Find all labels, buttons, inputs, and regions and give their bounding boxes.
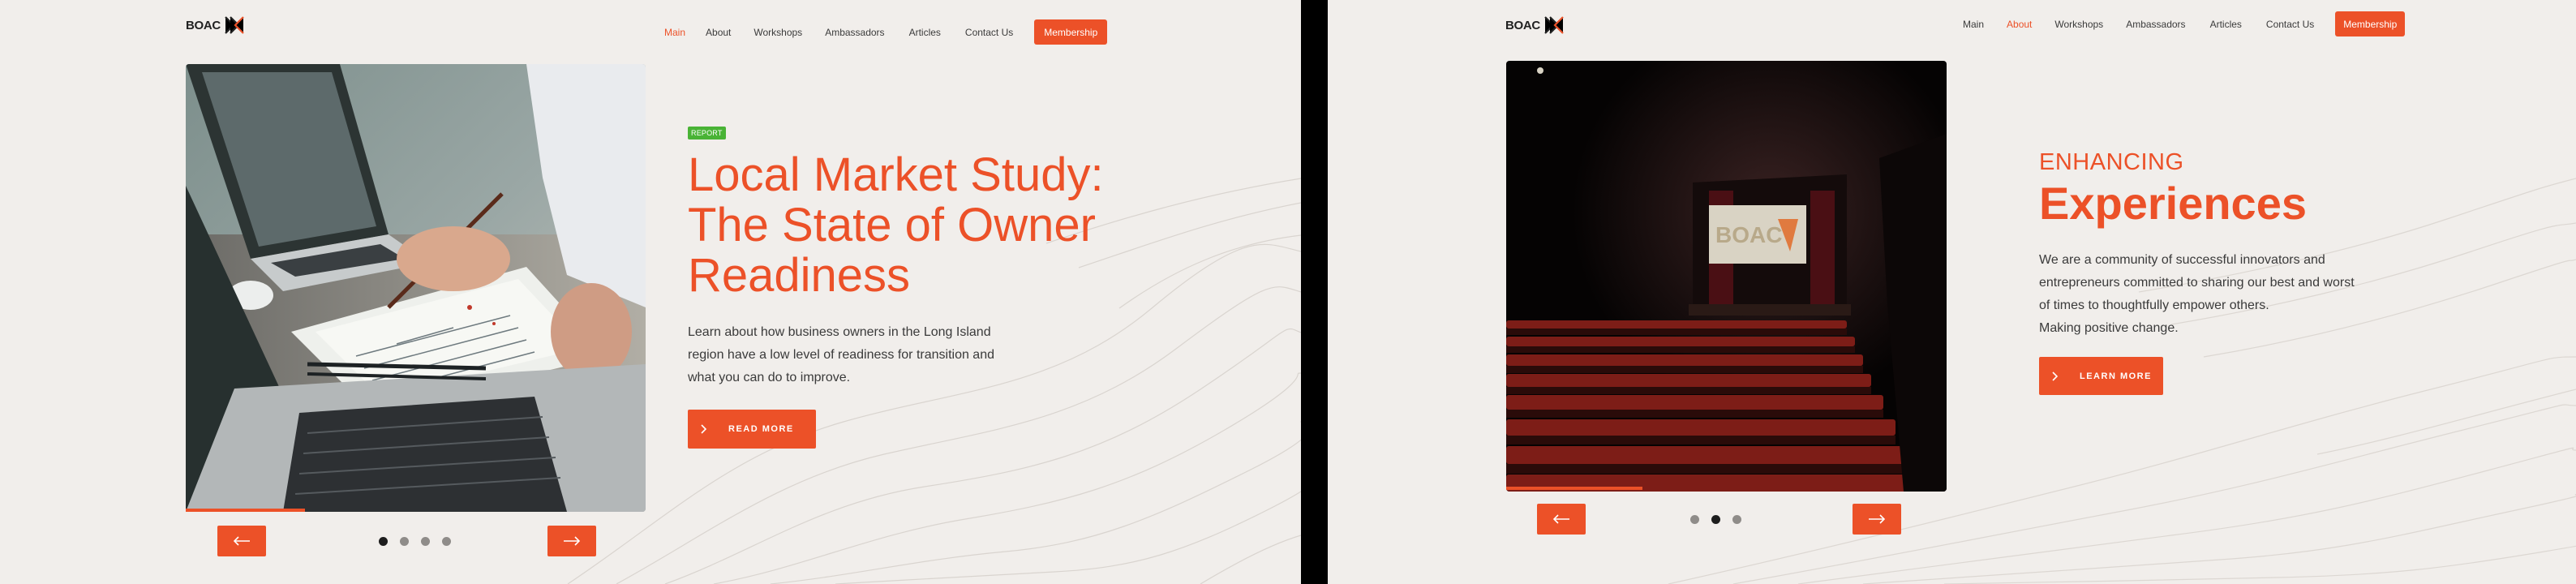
- learn-more-button[interactable]: LEARN MORE: [2039, 357, 2163, 395]
- slide-description: Learn about how business owners in the L…: [688, 321, 994, 389]
- chevron-right-icon: [701, 424, 707, 434]
- nav-contact-us[interactable]: Contact Us: [2266, 19, 2314, 30]
- slide-title-line: Readiness: [688, 249, 911, 302]
- nav-ambassadors[interactable]: Ambassadors: [825, 27, 884, 38]
- slide-image-theater: BOAC: [1506, 61, 1947, 492]
- membership-button[interactable]: Membership: [2335, 11, 2406, 36]
- logo-wordmark: BOAC: [186, 18, 221, 32]
- description-line: of times to thoughtfully empower others.: [2039, 298, 2269, 312]
- pagination-dot[interactable]: [421, 537, 430, 546]
- description-line: Learn about how business owners in the L…: [688, 325, 991, 339]
- slide-pagination: [379, 537, 451, 546]
- read-more-label: READ MORE: [728, 424, 794, 434]
- prev-slide-button[interactable]: [217, 526, 266, 556]
- nav-main[interactable]: Main: [1963, 19, 1984, 30]
- arrow-left-icon: [1552, 514, 1569, 524]
- nav-about[interactable]: About: [706, 27, 731, 38]
- slide-progress-bar: [186, 509, 306, 512]
- nav-articles[interactable]: Articles: [2210, 19, 2242, 30]
- nav-workshops[interactable]: Workshops: [2054, 19, 2103, 30]
- description-line: We are a community of successful innovat…: [2039, 253, 2325, 267]
- slide-eyebrow: ENHANCING: [2039, 149, 2184, 175]
- pagination-dot[interactable]: [1711, 515, 1720, 524]
- slide-title-line: Local Market Study:: [688, 148, 1104, 201]
- logo-wordmark: BOAC: [1505, 18, 1540, 32]
- nav-ambassadors[interactable]: Ambassadors: [2126, 19, 2185, 30]
- slide-panel-about: BOAC Main About Workshops Ambassadors Ar…: [1328, 0, 2576, 584]
- logo-mark-icon: [1544, 16, 1564, 34]
- nav-articles[interactable]: Articles: [909, 27, 941, 38]
- membership-button[interactable]: Membership: [1034, 19, 1108, 45]
- description-line: region have a low level of readiness for…: [688, 348, 994, 362]
- main-nav: Main About Workshops Ambassadors Article…: [1963, 11, 2406, 36]
- pagination-dot[interactable]: [400, 537, 409, 546]
- prev-slide-button[interactable]: [1537, 504, 1586, 535]
- nav-workshops[interactable]: Workshops: [753, 27, 802, 38]
- description-line: entrepreneurs committed to sharing our b…: [2039, 276, 2355, 290]
- slide-progress-bar: [1506, 487, 1643, 490]
- slide-pagination: [1690, 515, 1741, 524]
- projection-screen-text: BOAC: [1715, 222, 1782, 247]
- learn-more-label: LEARN MORE: [2080, 371, 2152, 381]
- nav-main[interactable]: Main: [664, 27, 685, 38]
- arrow-right-icon: [1869, 514, 1886, 524]
- read-more-button[interactable]: READ MORE: [688, 410, 816, 449]
- main-nav: Main About Workshops Ambassadors Article…: [664, 19, 1108, 45]
- nav-contact-us[interactable]: Contact Us: [965, 27, 1013, 38]
- report-badge: REPORT: [688, 127, 726, 140]
- slide-description: We are a community of successful innovat…: [2039, 249, 2355, 340]
- pagination-dot[interactable]: [1690, 515, 1699, 524]
- arrow-right-icon: [564, 536, 581, 546]
- laptops-photo: [186, 64, 646, 512]
- slide-panel-main: BOAC Main About Workshops Ambassadors Ar…: [0, 0, 1301, 584]
- boac-logo[interactable]: BOAC: [186, 15, 245, 35]
- description-line: what you can do to improve.: [688, 371, 851, 384]
- slide-title: Experiences: [2039, 178, 2307, 229]
- next-slide-button[interactable]: [547, 526, 596, 556]
- slide-image-laptops: [186, 64, 646, 512]
- chevron-right-icon: [2052, 371, 2059, 381]
- nav-about[interactable]: About: [2007, 19, 2032, 30]
- next-slide-button[interactable]: [1853, 504, 1901, 535]
- description-line: Making positive change.: [2039, 321, 2179, 335]
- boac-logo[interactable]: BOAC: [1505, 15, 1565, 35]
- logo-mark-icon: [225, 16, 244, 34]
- slide-title: Local Market Study: The State of Owner R…: [688, 150, 1104, 301]
- slide-title-line: The State of Owner: [688, 199, 1096, 251]
- theater-photo: BOAC: [1506, 61, 1947, 492]
- pagination-dot[interactable]: [442, 537, 451, 546]
- pagination-dot[interactable]: [379, 537, 388, 546]
- arrow-left-icon: [233, 536, 250, 546]
- pagination-dot[interactable]: [1732, 515, 1741, 524]
